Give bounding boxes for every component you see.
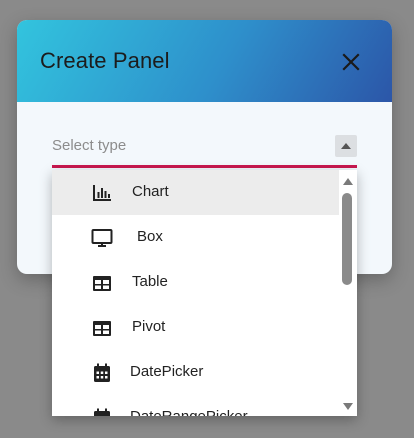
select-underline <box>52 165 357 168</box>
option-label: Chart <box>132 183 169 200</box>
select-toggle-button[interactable] <box>335 135 357 157</box>
monitor-icon <box>90 226 114 250</box>
option-pivot[interactable]: Pivot <box>52 305 339 350</box>
option-chart[interactable]: Chart <box>52 170 339 215</box>
calendar-icon <box>90 361 114 385</box>
type-select[interactable]: Select type <box>52 130 357 168</box>
calendar-icon <box>90 406 114 416</box>
type-dropdown-menu: Chart Box Table Pivot DatePicker <box>52 170 357 416</box>
bar-chart-icon <box>90 181 114 205</box>
option-box[interactable]: Box <box>52 215 339 260</box>
option-label: DateRangePicker <box>130 408 248 416</box>
option-label: Box <box>137 228 163 245</box>
triangle-up-icon <box>341 143 351 149</box>
option-daterangepicker[interactable]: DateRangePicker <box>52 395 339 416</box>
table-icon <box>90 271 114 295</box>
option-label: DatePicker <box>130 363 204 380</box>
close-button[interactable] <box>339 50 363 74</box>
table-icon <box>90 316 114 340</box>
dialog-header: Create Panel <box>17 20 392 102</box>
option-datepicker[interactable]: DatePicker <box>52 350 339 395</box>
close-icon <box>342 53 360 71</box>
option-table[interactable]: Table <box>52 260 339 305</box>
select-placeholder: Select type <box>52 137 127 154</box>
option-label: Pivot <box>132 318 166 335</box>
option-label: Table <box>132 273 168 290</box>
scroll-up-button[interactable] <box>342 174 354 186</box>
scroll-down-arrow-icon <box>343 403 353 410</box>
scrollbar-thumb[interactable] <box>342 193 352 285</box>
dialog-title: Create Panel <box>40 48 170 73</box>
scroll-up-arrow-icon <box>343 178 353 185</box>
scroll-down-button[interactable] <box>342 400 354 412</box>
dropdown-scrollbar[interactable] <box>339 170 357 416</box>
